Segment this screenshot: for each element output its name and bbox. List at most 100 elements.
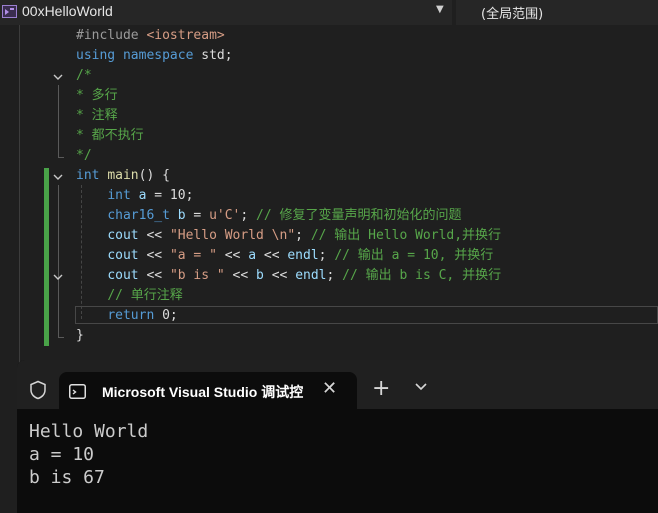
code-line[interactable]: cout << "b is " << b << endl; // 输出 b is…	[76, 266, 501, 286]
console-tab-bar: Microsoft Visual Studio 调试控 ✕ +	[17, 360, 658, 409]
code-token: using	[76, 48, 116, 63]
code-token: <<	[138, 268, 170, 283]
code-token: /*	[76, 68, 92, 83]
code-token: "b is "	[169, 268, 225, 283]
code-token: endl	[287, 248, 319, 263]
code-token: = 10;	[146, 188, 194, 203]
code-token: ;	[240, 208, 257, 223]
code-token: * 多行	[76, 88, 118, 103]
project-selector[interactable]: 00xHelloWorld ▼	[0, 0, 452, 25]
code-token: <<	[256, 248, 288, 263]
fold-range-end	[58, 157, 64, 158]
code-line[interactable]: int a = 10;	[76, 186, 193, 206]
code-line[interactable]: * 多行	[76, 86, 118, 106]
code-token: a	[248, 248, 257, 263]
code-token: () {	[138, 168, 170, 183]
code-token: u'C'	[209, 208, 241, 223]
console-output-line: a = 10	[29, 444, 95, 465]
code-token: cout	[107, 248, 139, 263]
console-output-line: b is 67	[29, 467, 105, 488]
code-token: }	[76, 328, 84, 343]
code-line[interactable]: * 都不执行	[76, 126, 144, 146]
code-token: // 输出 b is C, 并换行	[342, 268, 502, 283]
terminal-icon	[69, 384, 86, 399]
code-token: 0;	[154, 308, 178, 323]
code-token: #include	[76, 28, 147, 43]
code-token: <<	[138, 248, 170, 263]
code-token: std;	[193, 48, 233, 63]
scope-label: (全局范围)	[481, 7, 544, 22]
console-output[interactable]: Hello World a = 10 b is 67	[29, 420, 148, 489]
code-token: * 注释	[76, 108, 118, 123]
plus-icon[interactable]: +	[372, 377, 390, 401]
code-token: <<	[263, 268, 296, 283]
fold-range-line	[58, 185, 59, 337]
vs-project-icon	[2, 5, 17, 18]
scope-selector[interactable]: (全局范围)	[456, 0, 658, 25]
fold-range-end	[58, 337, 64, 338]
editor-margin-line	[19, 25, 20, 365]
code-token: * 都不执行	[76, 128, 144, 143]
code-line[interactable]: /*	[76, 66, 92, 86]
code-editor[interactable]: #include <iostream> using namespace std; /…	[0, 25, 658, 365]
code-token: ;	[318, 248, 335, 263]
code-token: // 修复了变量声明和初始化的问题	[256, 208, 462, 223]
debug-console-window[interactable]: Microsoft Visual Studio 调试控 ✕ + Hello Wo…	[17, 360, 658, 513]
code-token: // 输出 a = 10, 并换行	[334, 248, 494, 263]
code-line[interactable]: using namespace std;	[76, 46, 233, 66]
code-line[interactable]: return 0;	[76, 306, 178, 326]
code-token: int	[107, 188, 131, 203]
change-indicator-bar	[44, 328, 49, 346]
code-token: // 输出 Hello World,并换行	[310, 228, 502, 243]
code-token: <<	[138, 228, 170, 243]
code-line[interactable]: */	[76, 146, 92, 166]
code-token: namespace	[122, 48, 194, 63]
code-line[interactable]: // 单行注释	[76, 286, 183, 306]
code-line[interactable]: }	[76, 326, 84, 346]
code-token: cout	[107, 228, 139, 243]
code-token: endl	[295, 268, 327, 283]
code-token: int	[76, 168, 100, 183]
console-output-line: Hello World	[29, 421, 149, 442]
fold-range-line	[58, 85, 59, 157]
code-token: b	[256, 268, 264, 283]
collapse-chevron-icon[interactable]	[52, 271, 64, 283]
code-line[interactable]: * 注释	[76, 106, 118, 126]
code-line[interactable]: cout << "Hello World \n"; // 输出 Hello Wo…	[76, 226, 501, 246]
code-token: */	[76, 148, 92, 163]
code-token: ;	[326, 268, 343, 283]
code-token: <<	[224, 268, 257, 283]
shield-icon	[30, 380, 46, 400]
console-tab-title: Microsoft Visual Studio 调试控	[102, 384, 304, 400]
code-line[interactable]: #include <iostream>	[76, 26, 225, 46]
code-token: =	[185, 208, 210, 223]
collapse-chevron-icon[interactable]	[52, 71, 64, 83]
code-token: // 单行注释	[107, 288, 183, 303]
code-line[interactable]: cout << "a = " << a << endl; // 输出 a = 1…	[76, 246, 493, 266]
chevron-down-icon[interactable]	[414, 382, 428, 392]
code-token: b	[177, 208, 186, 223]
console-tab[interactable]: Microsoft Visual Studio 调试控 ✕	[59, 372, 357, 409]
code-token: main	[107, 168, 139, 183]
close-icon[interactable]: ✕	[322, 378, 337, 399]
code-token: return	[107, 308, 155, 323]
code-token: cout	[107, 268, 139, 283]
chevron-down-icon[interactable]: ▼	[436, 4, 444, 15]
code-line[interactable]: int main() {	[76, 166, 170, 186]
code-line[interactable]: char16_t b = u'C'; // 修复了变量声明和初始化的问题	[76, 206, 462, 226]
navigation-bar: 00xHelloWorld ▼ (全局范围)	[0, 0, 658, 25]
project-name: 00xHelloWorld	[22, 3, 113, 19]
collapse-chevron-icon[interactable]	[52, 171, 64, 183]
code-token: "Hello World \n"	[169, 228, 296, 243]
change-indicator-bar	[44, 168, 49, 328]
